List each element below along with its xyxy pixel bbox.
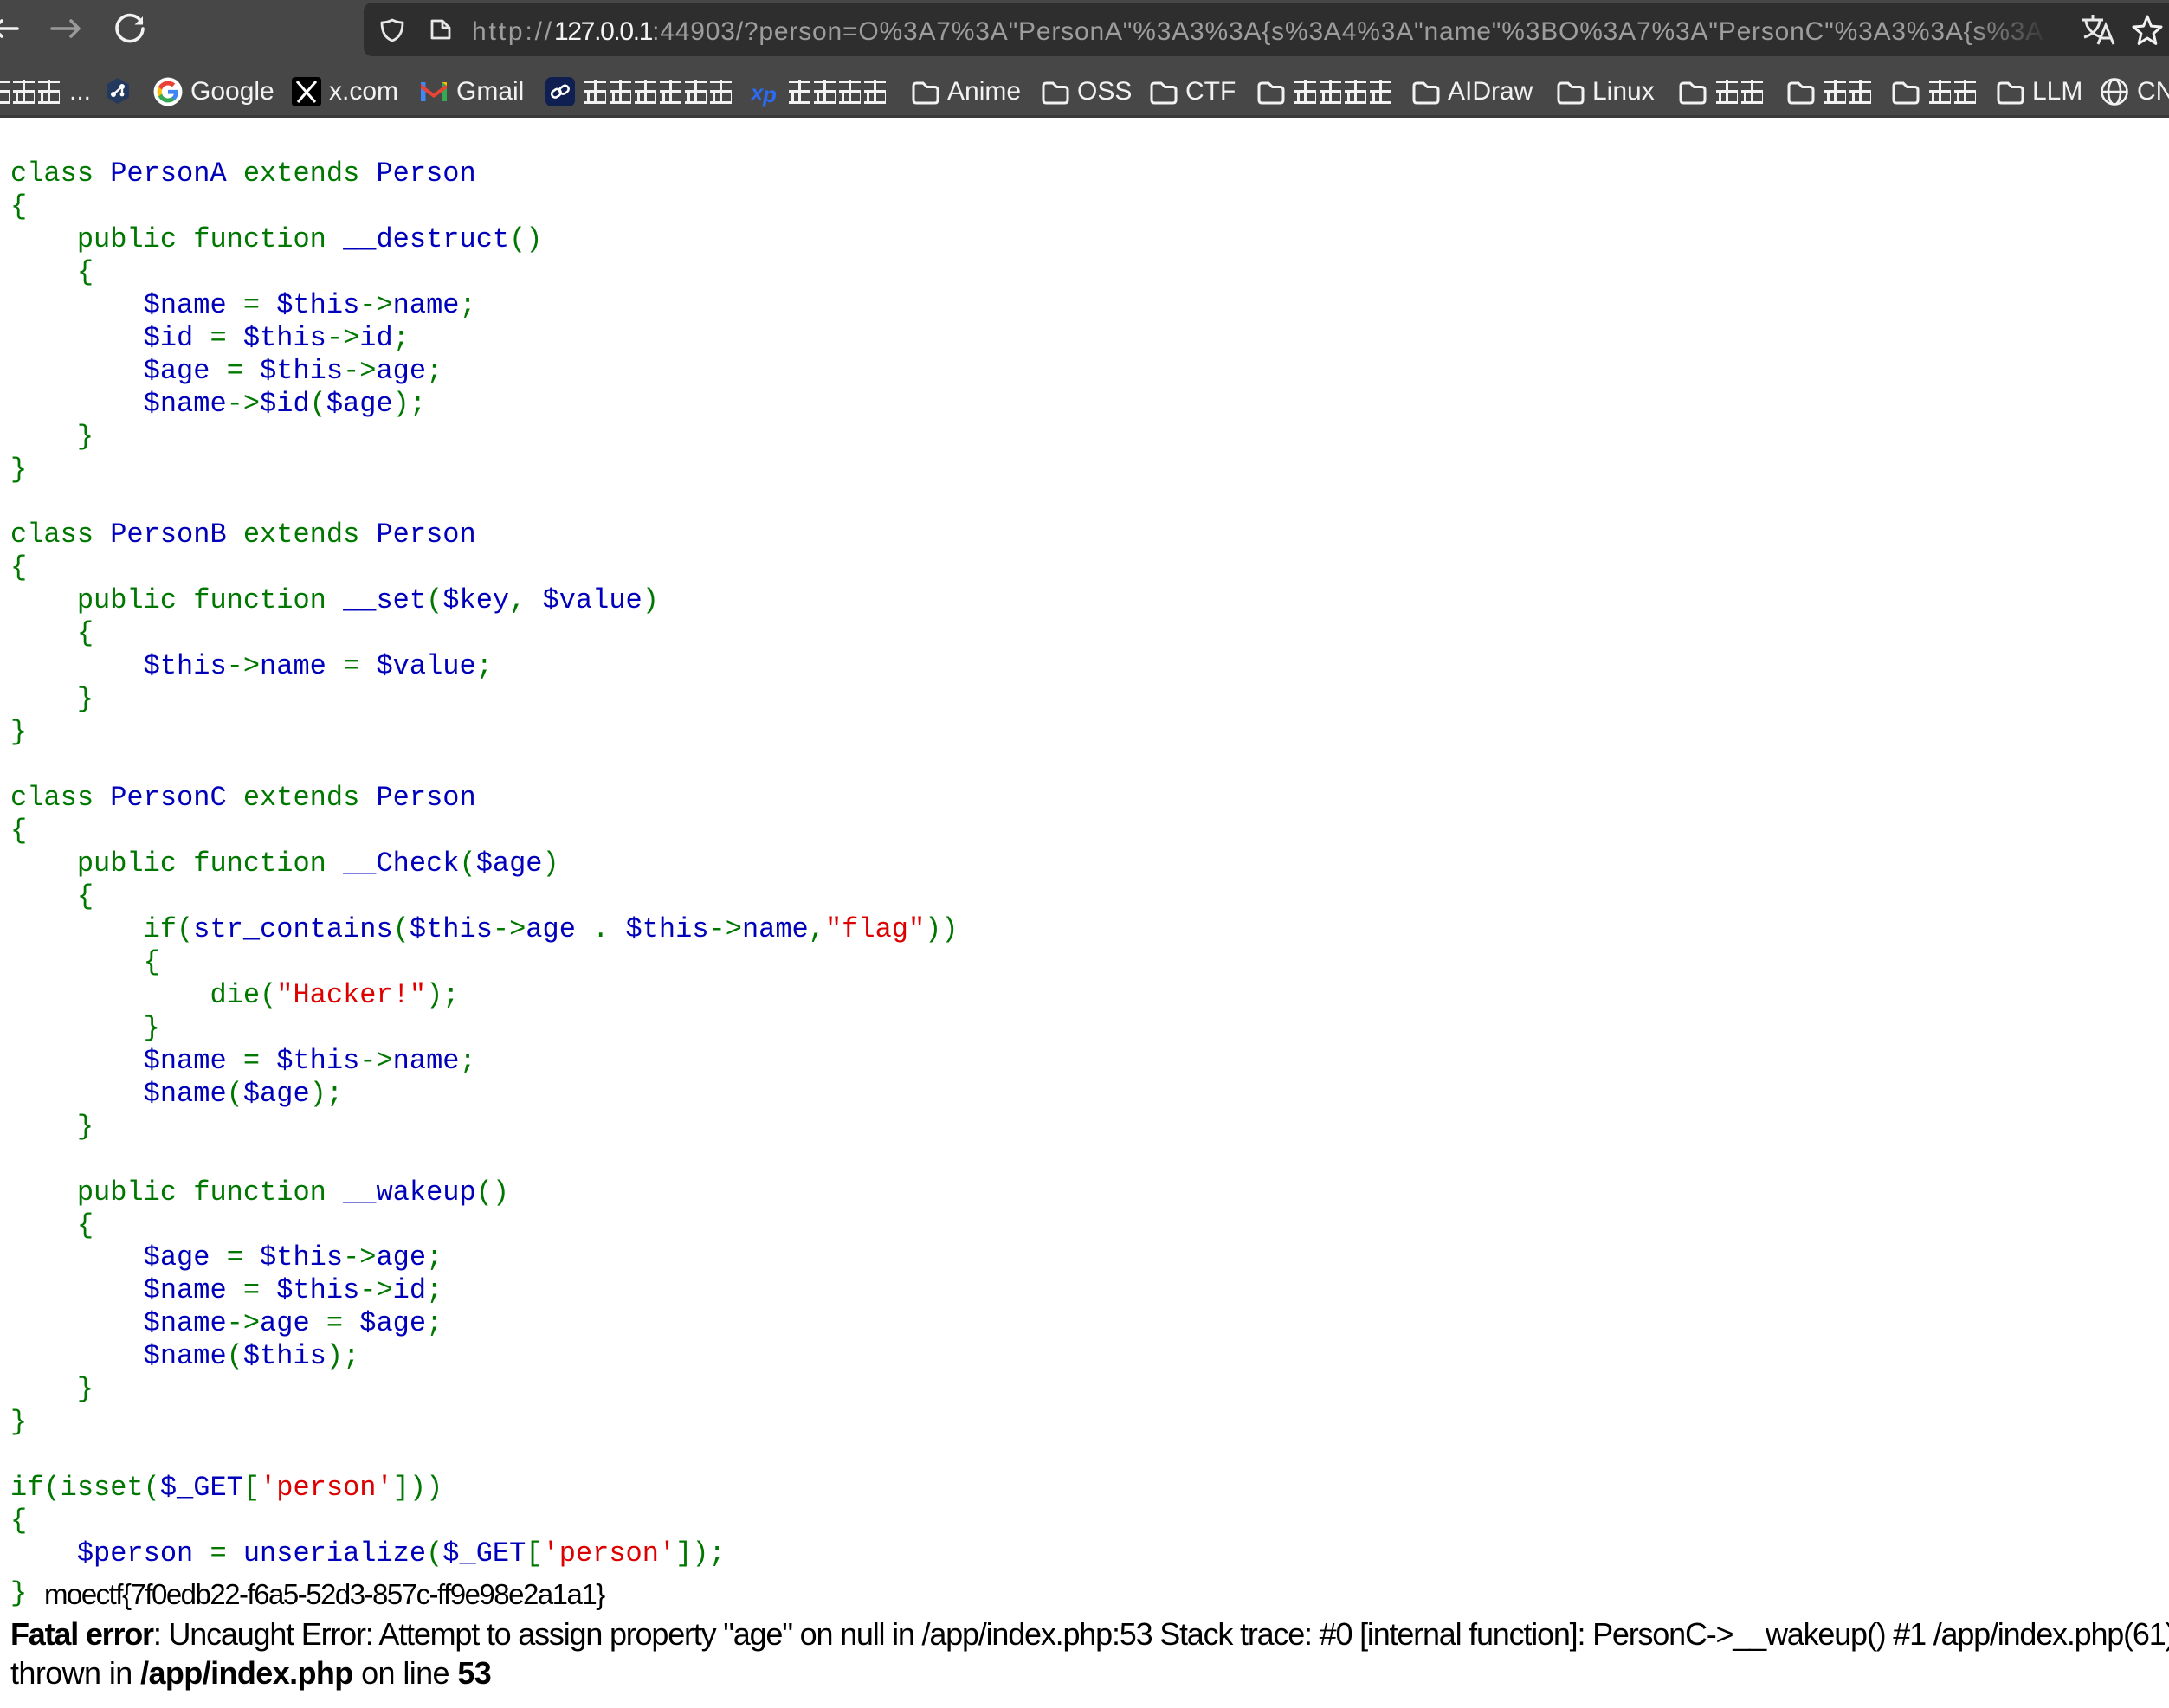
svg-text:p: p bbox=[762, 81, 777, 107]
